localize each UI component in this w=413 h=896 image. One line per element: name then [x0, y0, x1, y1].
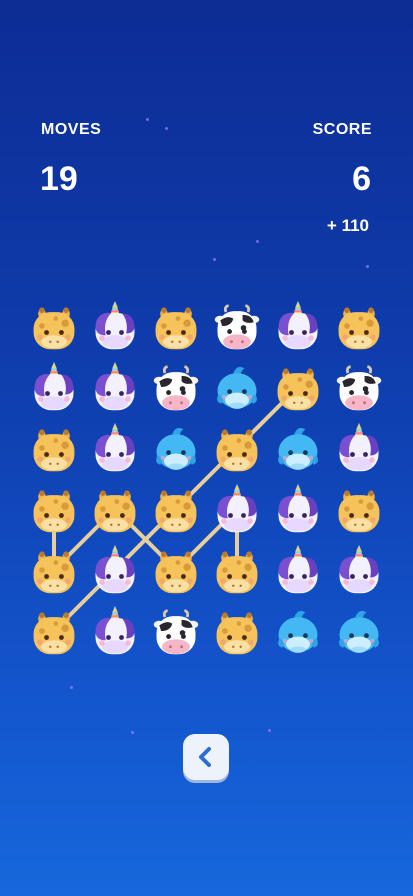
tile-cow[interactable] [150, 361, 202, 413]
unicorn-icon [95, 605, 135, 655]
unicorn-icon [34, 361, 74, 411]
tile-giraffe[interactable] [28, 483, 80, 535]
giraffe-icon [33, 490, 75, 533]
tile-dolphin[interactable] [333, 605, 385, 657]
tile-unicorn[interactable] [28, 361, 80, 413]
dolphin-icon [156, 427, 196, 470]
tile-giraffe[interactable] [28, 300, 80, 352]
giraffe-icon [94, 490, 136, 533]
tile-unicorn[interactable] [211, 483, 263, 535]
tile-unicorn[interactable] [89, 361, 141, 413]
back-button[interactable] [183, 734, 229, 780]
tile-giraffe[interactable] [150, 300, 202, 352]
tile-unicorn[interactable] [333, 544, 385, 596]
tile-unicorn[interactable] [272, 483, 324, 535]
tile-cow[interactable] [211, 300, 263, 352]
giraffe-icon [338, 307, 380, 350]
giraffe-icon [216, 429, 258, 472]
tile-giraffe[interactable] [211, 544, 263, 596]
tile-unicorn[interactable] [89, 544, 141, 596]
tile-dolphin[interactable] [150, 422, 202, 474]
tile-giraffe[interactable] [211, 422, 263, 474]
tile-giraffe[interactable] [89, 483, 141, 535]
tile-giraffe[interactable] [28, 544, 80, 596]
dolphin-icon [278, 427, 318, 470]
giraffe-icon [155, 551, 197, 594]
giraffe-icon [33, 429, 75, 472]
chevron-left-icon [199, 747, 211, 767]
giraffe-icon [33, 307, 75, 350]
tile-unicorn[interactable] [89, 300, 141, 352]
unicorn-icon [278, 300, 318, 350]
tile-giraffe[interactable] [28, 422, 80, 474]
tile-dolphin[interactable] [272, 422, 324, 474]
unicorn-icon [278, 544, 318, 594]
cow-icon [153, 365, 199, 411]
tile-giraffe[interactable] [333, 483, 385, 535]
tile-giraffe[interactable] [211, 605, 263, 657]
unicorn-icon [95, 300, 135, 350]
giraffe-icon [216, 612, 258, 655]
giraffe-icon [277, 368, 319, 411]
dolphin-icon [217, 366, 257, 409]
tile-unicorn[interactable] [89, 605, 141, 657]
tile-cow[interactable] [333, 361, 385, 413]
cow-icon [153, 609, 199, 655]
tile-giraffe[interactable] [150, 544, 202, 596]
giraffe-icon [33, 612, 75, 655]
giraffe-icon [216, 551, 258, 594]
tile-unicorn[interactable] [89, 422, 141, 474]
tile-unicorn[interactable] [272, 300, 324, 352]
dolphin-icon [278, 610, 318, 653]
tile-giraffe[interactable] [333, 300, 385, 352]
giraffe-icon [338, 490, 380, 533]
giraffe-icon [33, 551, 75, 594]
giraffe-icon [155, 490, 197, 533]
unicorn-icon [339, 422, 379, 472]
unicorn-icon [95, 361, 135, 411]
unicorn-icon [95, 544, 135, 594]
tile-cow[interactable] [150, 605, 202, 657]
dolphin-icon [339, 610, 379, 653]
giraffe-icon [155, 307, 197, 350]
unicorn-icon [278, 483, 318, 533]
tile-giraffe[interactable] [150, 483, 202, 535]
unicorn-icon [217, 483, 257, 533]
tile-unicorn[interactable] [333, 422, 385, 474]
unicorn-icon [339, 544, 379, 594]
tile-dolphin[interactable] [211, 361, 263, 413]
tile-dolphin[interactable] [272, 605, 324, 657]
tile-giraffe[interactable] [28, 605, 80, 657]
cow-icon [214, 304, 260, 350]
tile-unicorn[interactable] [272, 544, 324, 596]
unicorn-icon [95, 422, 135, 472]
tile-giraffe[interactable] [272, 361, 324, 413]
cow-icon [336, 365, 382, 411]
